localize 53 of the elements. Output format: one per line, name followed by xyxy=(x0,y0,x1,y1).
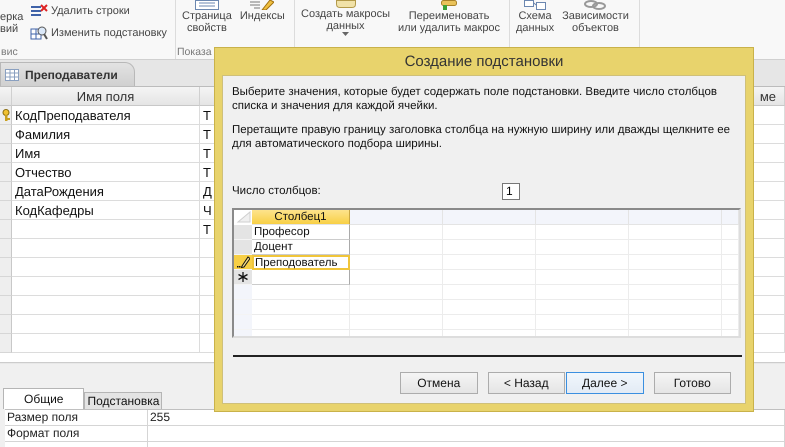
field-name-cell[interactable]: Имя xyxy=(12,144,200,163)
ribbon-button[interactable]: Страница свойств xyxy=(180,0,234,46)
ribbon-button[interactable]: Переименовать или удалить макрос xyxy=(396,0,502,46)
grid-cell[interactable]: Доцент xyxy=(252,240,350,255)
hand-icon xyxy=(441,0,458,10)
dialog-title: Создание подстановки xyxy=(404,52,564,72)
dialog-button[interactable]: < Назад xyxy=(488,372,565,394)
grid-cell[interactable]: Професор xyxy=(252,225,350,240)
column-header xyxy=(0,87,12,106)
field-name-cell[interactable]: ДатаРождения xyxy=(12,182,200,201)
corner-icon xyxy=(234,210,252,224)
property-tab[interactable]: Подстановка xyxy=(84,392,162,409)
key-icon xyxy=(2,109,10,121)
grid-cell[interactable]: Преподователь xyxy=(252,255,350,270)
lookup-grid-icon xyxy=(30,25,48,41)
column-header[interactable] xyxy=(536,210,629,225)
table-icon xyxy=(5,68,19,80)
property-tab[interactable]: Общие xyxy=(3,388,84,409)
ribbon-button[interactable]: Создать макросы данных xyxy=(299,0,392,46)
ribbon-button[interactable]: Удалить строки xyxy=(30,1,167,21)
pencil-list-icon xyxy=(250,0,274,10)
group-label: вис xyxy=(0,46,19,59)
field-name-cell[interactable]: КодПреподавателя xyxy=(12,106,200,125)
ribbon-button[interactable]: Схема данных xyxy=(514,0,556,46)
column-header[interactable] xyxy=(350,210,443,225)
property-label: Формат поля xyxy=(5,426,148,441)
column-count-label: Число столбцов: xyxy=(232,185,322,197)
dialog-button[interactable]: Далее > xyxy=(566,372,644,394)
ribbon-button[interactable]: Индексы xyxy=(238,0,287,46)
chain-icon xyxy=(583,0,608,10)
ribbon-button[interactable]: Изменить подстановку xyxy=(30,23,167,43)
column-header[interactable] xyxy=(722,210,739,225)
ribbon-button[interactable]: ерка вий xyxy=(0,0,26,46)
field-name-cell[interactable]: Фамилия xyxy=(12,125,200,144)
document-tab[interactable]: Преподаватели xyxy=(0,62,135,86)
group-label: Показа xyxy=(176,46,213,59)
ribbon-button[interactable]: Зависимости объектов xyxy=(560,0,631,46)
field-name-cell[interactable] xyxy=(12,220,200,239)
delete-rows-icon xyxy=(30,4,48,18)
column-header[interactable] xyxy=(629,210,722,225)
scroll-icon xyxy=(336,0,356,8)
grid-cell[interactable] xyxy=(252,270,350,285)
field-name-cell[interactable]: КодКафедры xyxy=(12,201,200,220)
column-count-field[interactable]: 1 xyxy=(502,182,520,200)
pencil-icon xyxy=(236,256,250,268)
dialog-button[interactable]: Отмена xyxy=(400,372,478,394)
column-header[interactable]: Имя поля xyxy=(12,87,200,106)
dialog-button[interactable]: Готово xyxy=(654,372,731,394)
property-label: Размер поля xyxy=(5,410,148,425)
field-name-cell[interactable]: Отчество xyxy=(12,163,200,182)
column-header[interactable] xyxy=(443,210,536,225)
column-header[interactable]: Столбец1 xyxy=(252,210,350,225)
new-row-icon xyxy=(238,272,248,282)
